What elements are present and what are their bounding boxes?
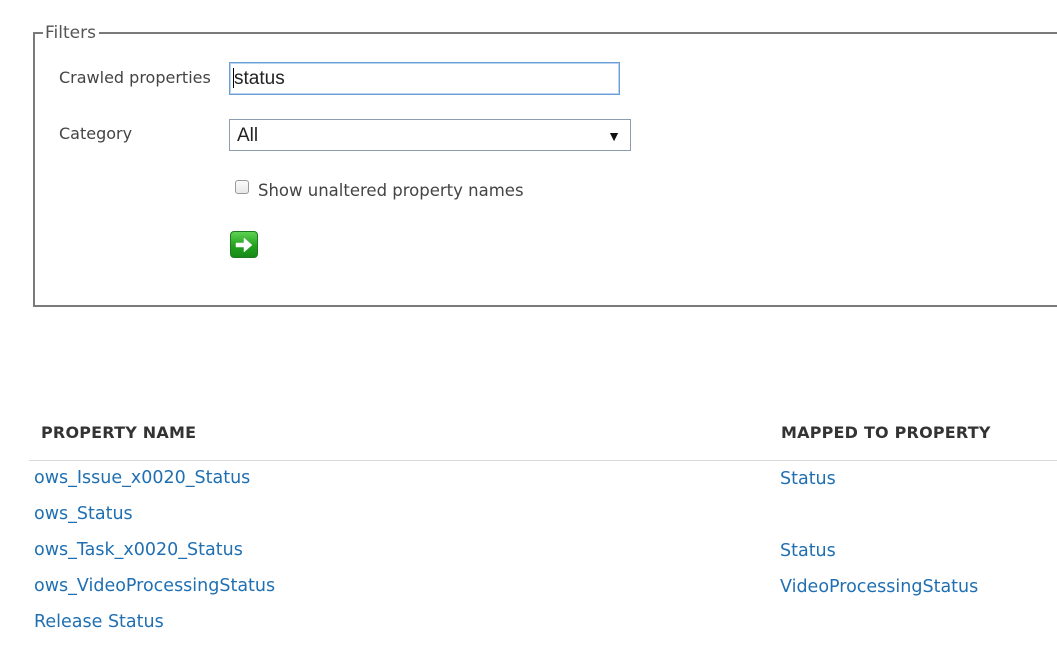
- dropdown-arrow-icon: ▼: [607, 128, 621, 144]
- property-name-link[interactable]: ows_Issue_x0020_Status: [34, 468, 250, 488]
- mapped-property-link[interactable]: Status: [780, 469, 836, 489]
- show-unaltered-checkbox[interactable]: [235, 180, 249, 194]
- table-row: ows_VideoProcessingStatus VideoProcessin…: [29, 576, 1057, 612]
- property-name-link[interactable]: ows_Status: [34, 504, 133, 524]
- green-arrow-right-icon: [235, 237, 253, 252]
- table-row: ows_Status: [29, 504, 1057, 540]
- property-name-link[interactable]: ows_Task_x0020_Status: [34, 540, 243, 560]
- category-selected-value: All: [237, 125, 259, 146]
- table-row: ows_Issue_x0020_Status Status: [29, 468, 1057, 504]
- show-unaltered-label: Show unaltered property names: [258, 181, 524, 200]
- apply-filter-button[interactable]: [230, 231, 258, 258]
- filters-legend: Filters: [45, 23, 96, 43]
- table-row: ows_Task_x0020_Status Status: [29, 540, 1057, 576]
- header-divider: [29, 460, 1057, 461]
- header-property-name: PROPERTY NAME: [41, 423, 197, 442]
- mapped-property-link[interactable]: VideoProcessingStatus: [780, 577, 978, 597]
- category-label: Category: [59, 124, 133, 143]
- category-select[interactable]: All ▼: [229, 119, 631, 151]
- page: Filters Crawled properties status Catego…: [0, 0, 1057, 659]
- header-mapped-to-property: MAPPED TO PROPERTY: [781, 423, 991, 442]
- property-name-link[interactable]: ows_VideoProcessingStatus: [34, 576, 275, 596]
- property-name-link[interactable]: Release Status: [34, 612, 164, 632]
- mapped-property-link[interactable]: Status: [780, 541, 836, 561]
- table-row: Release Status: [29, 612, 1057, 648]
- crawled-properties-label: Crawled properties: [59, 68, 211, 87]
- crawled-properties-value: status: [234, 68, 285, 89]
- crawled-properties-input[interactable]: status: [229, 62, 620, 95]
